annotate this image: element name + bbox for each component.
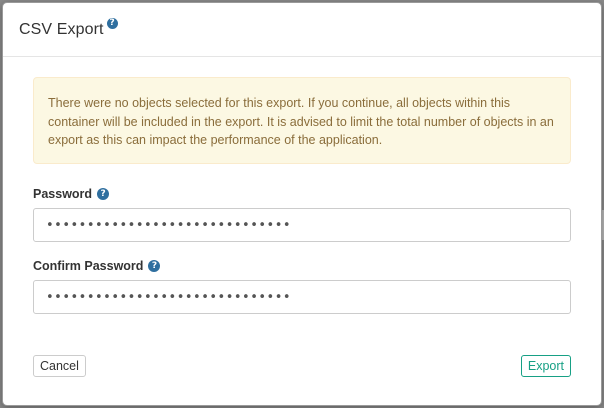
confirm-password-input[interactable] (33, 280, 571, 314)
dialog-body: There were no objects selected for this … (3, 57, 601, 314)
dialog-title: CSV Export (19, 20, 104, 38)
password-group: Password ? (33, 186, 571, 242)
password-input[interactable] (33, 208, 571, 242)
export-button[interactable]: Export (520, 355, 571, 377)
confirm-password-group: Confirm Password ? (33, 258, 571, 314)
warning-alert: There were no objects selected for this … (33, 77, 571, 164)
dialog-footer: Cancel Export (3, 335, 601, 405)
confirm-password-help-icon[interactable]: ? (148, 260, 161, 272)
password-label-text: Password (33, 187, 93, 201)
password-help-icon[interactable]: ? (97, 188, 110, 200)
confirm-password-label: Confirm Password ? (33, 258, 571, 274)
question-circle-icon[interactable]: ? (106, 18, 118, 29)
password-label: Password ? (33, 186, 571, 202)
cancel-button[interactable]: Cancel (33, 355, 86, 377)
csv-export-dialog: CSV Export ? There were no objects selec… (2, 2, 602, 406)
confirm-password-label-text: Confirm Password (33, 259, 144, 273)
dialog-header: CSV Export ? (3, 3, 601, 57)
